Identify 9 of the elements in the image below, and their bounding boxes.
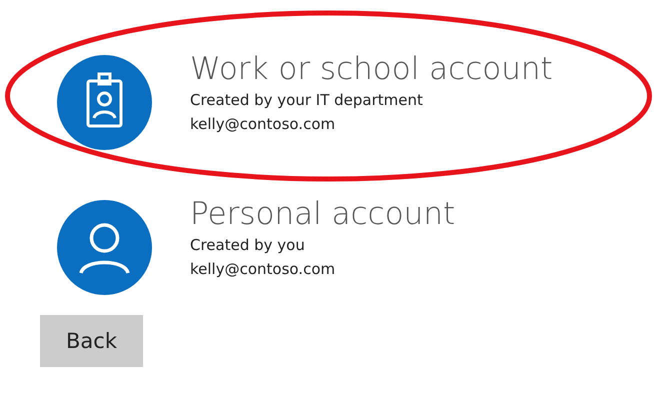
- account-email: kelly@contoso.com: [190, 259, 336, 280]
- back-button[interactable]: Back: [40, 315, 143, 367]
- id-badge-icon: [57, 55, 152, 150]
- account-title[interactable]: Work or school account: [190, 50, 553, 88]
- account-title[interactable]: Personal account: [190, 195, 456, 233]
- account-description: Created by you: [190, 235, 306, 256]
- person-icon: [57, 200, 152, 295]
- account-description: Created by your IT department: [190, 90, 424, 111]
- account-email: kelly@contoso.com: [190, 114, 336, 135]
